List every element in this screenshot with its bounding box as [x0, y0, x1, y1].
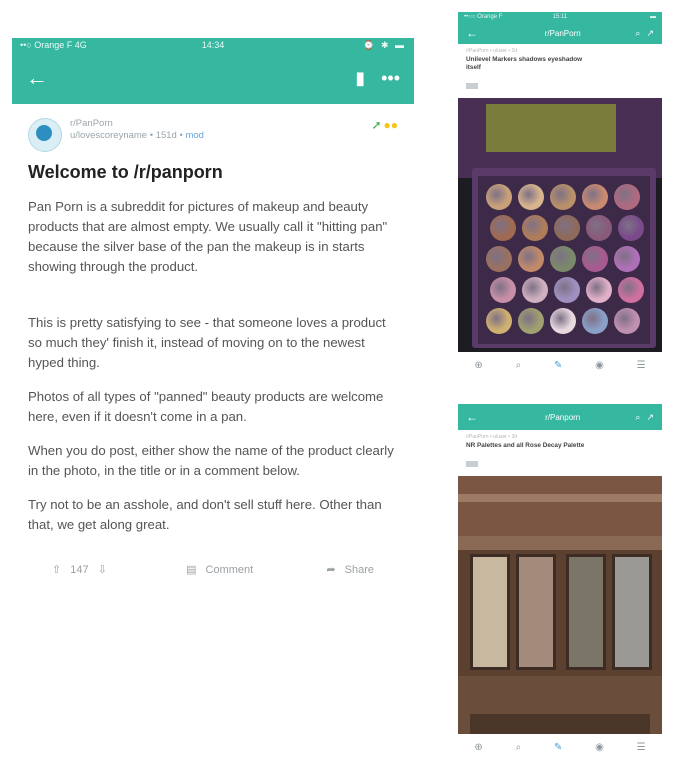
- search-tab-icon[interactable]: ⌕: [516, 360, 522, 371]
- palette-post-screen: ••○○ Orange F 15:11 ▬ ← r/PanPorn ⌕ ↗ r/…: [458, 12, 662, 392]
- eyeshadow-pan: [522, 277, 548, 303]
- eyeshadow-pan: [586, 277, 612, 303]
- eyeshadow-pan: [518, 308, 544, 334]
- share-button[interactable]: ➦ Share: [326, 563, 374, 576]
- eyeshadow-pan: [518, 246, 544, 272]
- status-bar: ••○ Orange F 4G 14:34 ⌚ ✱ ▬: [12, 38, 414, 52]
- chat-tab-icon[interactable]: ◉: [595, 742, 604, 753]
- naked-palette-post-screen: ← r/Panporn ⌕ ↗ r/PanPorn • u/user • 3d …: [458, 404, 662, 764]
- post-tab-icon[interactable]: ✎: [554, 742, 562, 753]
- app-header: ← r/Panporn ⌕ ↗: [458, 404, 662, 430]
- share-icon[interactable]: ↗: [646, 28, 654, 39]
- post-body-paragraph: When you do post, either show the name o…: [28, 443, 394, 478]
- eyeshadow-pan: [486, 246, 512, 272]
- eyeshadow-pan: [490, 215, 516, 241]
- eyeshadow-pan: [522, 215, 548, 241]
- tab-bar: ⊕ ⌕ ✎ ◉ ☰: [458, 352, 662, 371]
- eyeshadow-pan: [614, 184, 640, 210]
- status-bar: ••○○ Orange F 15:11 ▬: [458, 12, 662, 22]
- post-title: NR Palettes and all Rose Decay Palette: [466, 442, 585, 449]
- post-body-paragraph: Try not to be an asshole, and don't sell…: [28, 497, 382, 532]
- back-arrow-icon[interactable]: ←: [466, 410, 496, 424]
- eyeshadow-pan: [550, 308, 576, 334]
- status-icons: ⌚ ✱ ▬: [363, 39, 407, 50]
- mod-flair: mod: [185, 130, 204, 141]
- more-options-icon[interactable]: •••: [381, 68, 400, 89]
- post-tab-icon[interactable]: ✎: [554, 360, 562, 371]
- eyeshadow-pan: [554, 215, 580, 241]
- eyeshadow-pan: [550, 184, 576, 210]
- share-icon: ➦: [326, 564, 336, 576]
- eyeshadow-pan: [618, 277, 644, 303]
- back-arrow-icon[interactable]: ←: [26, 65, 56, 91]
- subreddit-name[interactable]: r/PanPorn: [496, 29, 629, 38]
- eyeshadow-pan: [582, 184, 608, 210]
- eyeshadow-pan: [618, 215, 644, 241]
- tab-bar: ⊕ ⌕ ✎ ◉ ☰: [458, 734, 662, 753]
- search-tab-icon[interactable]: ⌕: [516, 742, 522, 753]
- comment-icon: ▤: [186, 564, 197, 576]
- post-actions: ⇧ 147 ⇩ ▤ Comment ➦ Share: [12, 549, 414, 576]
- clock: 14:34: [201, 40, 225, 50]
- search-icon[interactable]: ⌕: [635, 412, 640, 423]
- app-header: ••○○ Orange F 15:11 ▬ ← r/PanPorn ⌕ ↗: [458, 12, 662, 44]
- post-image-palette[interactable]: [458, 98, 662, 352]
- inbox-tab-icon[interactable]: ☰: [637, 742, 646, 753]
- post-flair: flair: [466, 83, 479, 89]
- post-byline: r/PanPorn • u/user • 2d: [466, 48, 518, 54]
- eyeshadow-pan: [486, 184, 512, 210]
- post-title: Unilevel Markers shadows eyeshadow itself: [466, 56, 583, 71]
- nav-bar: ← r/PanPorn ⌕ ↗: [458, 22, 662, 44]
- pinned-icon: ➚: [371, 118, 382, 132]
- awards[interactable]: ➚ ●●: [371, 118, 398, 132]
- comment-button[interactable]: ▤ Comment: [186, 563, 253, 576]
- nav-bar: ← ▮ •••: [12, 52, 414, 104]
- post-flair: flair: [466, 461, 479, 467]
- nav-bar: ← r/Panporn ⌕ ↗: [458, 404, 662, 430]
- eyeshadow-pan: [586, 215, 612, 241]
- post-screen: ••○ Orange F 4G 14:34 ⌚ ✱ ▬ ← ▮ ••• r/Pa…: [12, 38, 414, 576]
- home-tab-icon[interactable]: ⊕: [474, 360, 482, 371]
- carrier-label: ••○ Orange F 4G: [20, 40, 87, 50]
- battery-icon: ▬: [650, 14, 656, 20]
- inbox-tab-icon[interactable]: ☰: [637, 360, 646, 371]
- post-byline: r/PanPorn • u/user • 3d: [466, 434, 518, 440]
- app-header: ••○ Orange F 4G 14:34 ⌚ ✱ ▬ ← ▮ •••: [12, 38, 414, 104]
- vote-control[interactable]: ⇧ 147 ⇩: [52, 563, 113, 576]
- subreddit-avatar[interactable]: [28, 118, 62, 152]
- post-image-naked-palette[interactable]: [458, 476, 662, 734]
- downvote-icon[interactable]: ⇩: [98, 564, 107, 576]
- post-title: Welcome to /r/panporn: [28, 162, 223, 182]
- search-icon[interactable]: ⌕: [635, 28, 640, 39]
- eyeshadow-pan: [582, 246, 608, 272]
- comment-label: Comment: [205, 564, 254, 576]
- share-icon[interactable]: ↗: [646, 412, 654, 423]
- eyeshadow-pan: [614, 308, 640, 334]
- post-meta: r/PanPorn u/lovescoreyname • 151d • mod: [70, 118, 204, 142]
- vote-count: 147: [70, 564, 89, 576]
- eyeshadow-pan: [486, 308, 512, 334]
- eyeshadow-pan: [554, 277, 580, 303]
- eyeshadow-pan: [582, 308, 608, 334]
- eyeshadow-pan: [490, 277, 516, 303]
- post-body-paragraph: This is pretty satisfying to see - that …: [28, 315, 386, 370]
- carrier-label: ••○○ Orange F: [464, 14, 503, 20]
- post-header: r/PanPorn u/lovescoreyname • 151d • mod …: [12, 104, 414, 152]
- chat-tab-icon[interactable]: ◉: [595, 360, 604, 371]
- eyeshadow-pan: [518, 184, 544, 210]
- post-body-paragraph: Pan Porn is a subreddit for pictures of …: [28, 199, 388, 274]
- share-label: Share: [344, 564, 374, 576]
- back-arrow-icon[interactable]: ←: [466, 26, 496, 40]
- upvote-icon[interactable]: ⇧: [52, 564, 61, 576]
- post-body-paragraph: Photos of all types of "panned" beauty p…: [28, 389, 384, 424]
- bookmark-icon[interactable]: ▮: [355, 68, 365, 89]
- eyeshadow-pan: [614, 246, 640, 272]
- subreddit-name[interactable]: r/Panporn: [496, 413, 629, 422]
- home-tab-icon[interactable]: ⊕: [474, 742, 482, 753]
- author-byline[interactable]: u/lovescoreyname • 151d •: [70, 130, 183, 141]
- eyeshadow-pan: [550, 246, 576, 272]
- gold-award-icon: ●●: [383, 118, 399, 132]
- clock: 15:11: [552, 14, 568, 20]
- subreddit-name[interactable]: r/PanPorn: [70, 118, 204, 130]
